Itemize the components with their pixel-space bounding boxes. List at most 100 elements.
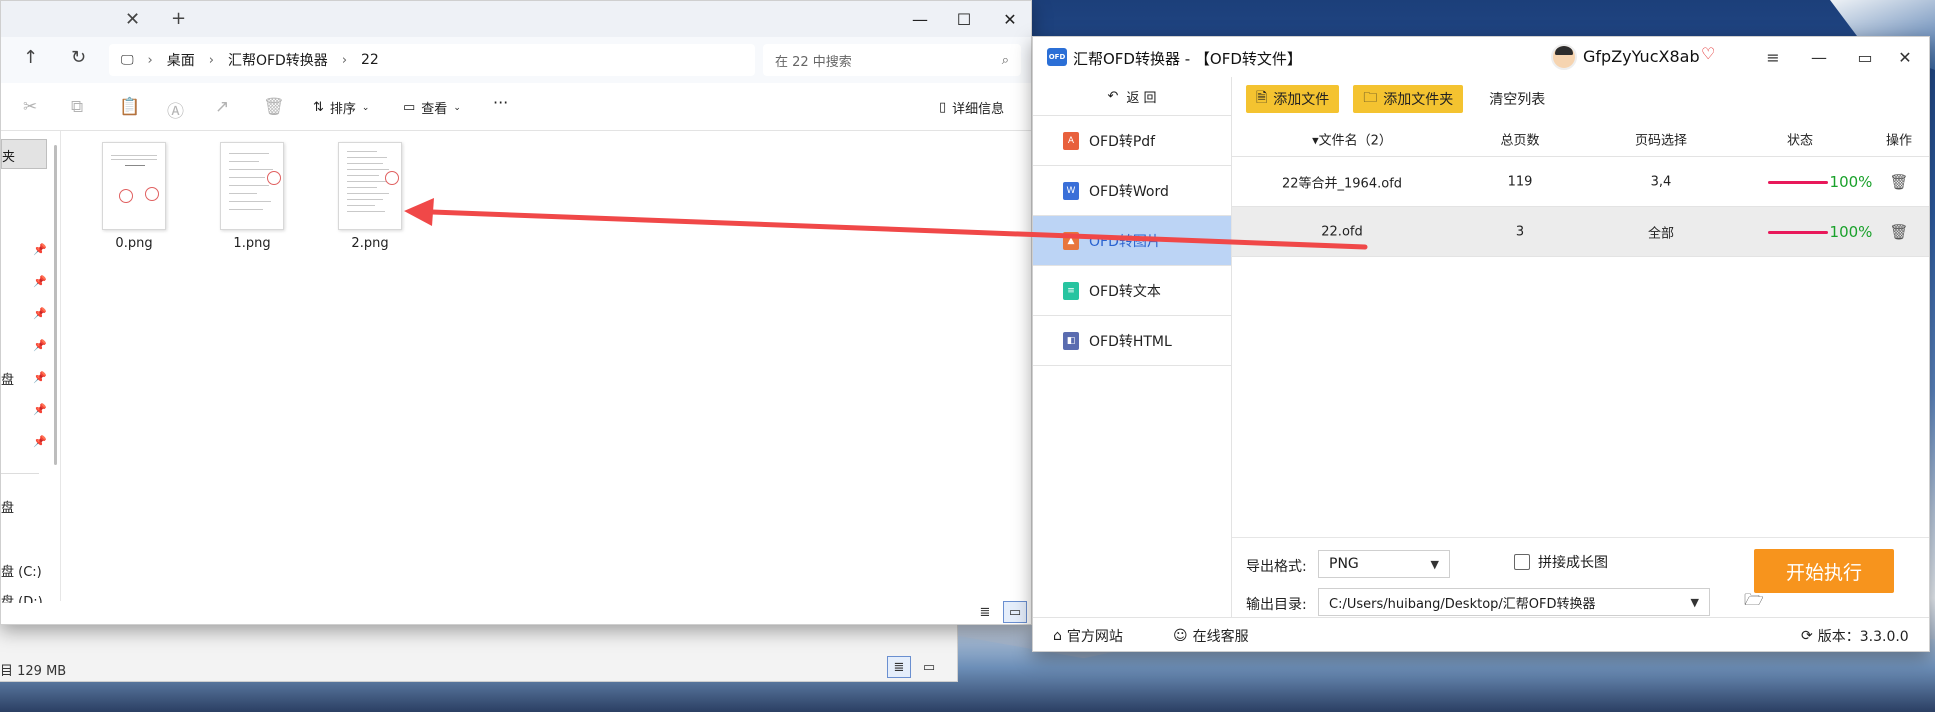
- export-options: 导出格式: PNG ▼ 拼接成长图 输出目录: C:/Users/huibang…: [1232, 537, 1929, 617]
- back-button[interactable]: ↶ 返 回: [1033, 77, 1231, 116]
- copy-icon[interactable]: ⧉: [71, 97, 83, 117]
- progress-bar: [1768, 231, 1828, 234]
- view-toggle: ≣ ▭: [973, 601, 1027, 623]
- maximize-button[interactable]: ☐: [941, 1, 987, 37]
- sidebar-item-selected[interactable]: 夹: [1, 139, 47, 169]
- sidebar-item-ofd-to-pdf[interactable]: A OFD转Pdf: [1033, 116, 1231, 166]
- breadcrumb-item[interactable]: 汇帮OFD转换器: [228, 50, 328, 70]
- image-icon: ▲: [1063, 231, 1079, 250]
- pages-cell: 119: [1507, 174, 1533, 189]
- new-tab-icon[interactable]: +: [171, 8, 186, 29]
- sidebar-item-drive-d[interactable]: 盘 (D:): [1, 591, 43, 603]
- page-select-cell[interactable]: 3,4: [1651, 174, 1672, 189]
- support-icon: ☺: [1173, 628, 1188, 644]
- converter-main: 🗎 添加文件 🗀 添加文件夹 清空列表 ▾文件名（2） 总页数 页码选择 状态 …: [1232, 77, 1929, 617]
- user-name[interactable]: GfpZyYucX8ab: [1583, 47, 1700, 66]
- close-button[interactable]: ✕: [987, 1, 1033, 37]
- progress-bar: [1768, 181, 1828, 184]
- explorer-titlebar: ✕ + — ☐ ✕: [1, 1, 1031, 37]
- online-support-link[interactable]: ☺ 在线客服: [1173, 626, 1249, 646]
- chevron-right-icon: ›: [341, 52, 348, 68]
- pin-icon: 📌: [33, 403, 47, 416]
- breadcrumb-item[interactable]: 22: [361, 52, 379, 68]
- menu-icon[interactable]: ≡: [1753, 41, 1793, 73]
- sidebar-item-ofd-to-text[interactable]: ≡ OFD转文本: [1033, 266, 1231, 316]
- close-button[interactable]: ✕: [1885, 41, 1925, 73]
- large-icons-view-icon[interactable]: ▭: [1003, 601, 1027, 623]
- start-button[interactable]: 开始执行: [1754, 549, 1894, 593]
- details-pane-icon: ▯: [939, 100, 947, 115]
- sidebar-item-drive-c[interactable]: 盘 (C:): [1, 561, 42, 580]
- address-bar[interactable]: 🖵 › 桌面 › 汇帮OFD转换器 › 22: [109, 44, 755, 76]
- sidebar-item-ofd-to-image[interactable]: ▲ OFD转图片: [1033, 216, 1231, 266]
- page-select-cell[interactable]: 全部: [1648, 222, 1674, 241]
- dropdown-arrow-icon: ▼: [1690, 595, 1699, 609]
- ofd-converter-window: OFD 汇帮OFD转换器 - 【OFD转文件】 GfpZyYucX8ab ♡ ≡…: [1032, 36, 1930, 652]
- sort-icon: ⇅: [313, 100, 324, 115]
- maximize-button[interactable]: ▭: [1845, 41, 1885, 73]
- open-folder-icon[interactable]: 🗁: [1744, 589, 1764, 616]
- add-file-button[interactable]: 🗎 添加文件: [1246, 85, 1340, 113]
- file-name: 0.png: [115, 236, 153, 251]
- sort-button[interactable]: ⇅ 排序 ⌄: [313, 98, 369, 117]
- file-name-cell: 22.ofd: [1321, 224, 1363, 239]
- stitch-long-image-checkbox[interactable]: 拼接成长图: [1514, 552, 1608, 572]
- table-row[interactable]: 22等合并_1964.ofd 119 3,4 100% 🗑: [1232, 157, 1929, 207]
- details-button[interactable]: ▯ 详细信息: [939, 98, 1004, 117]
- sidebar-item[interactable]: 盘: [1, 497, 14, 516]
- navigation-pane: 夹 📌 📌 📌 📌 盘 📌 📌 📌 盘 盘 (C:) 盘 (D:): [1, 131, 61, 603]
- column-header-status: 状态: [1786, 133, 1814, 148]
- share-icon[interactable]: ↗: [215, 97, 229, 117]
- add-file-icon: 🗎: [1256, 90, 1268, 106]
- refresh-icon[interactable]: ↻: [71, 47, 86, 68]
- minimize-button[interactable]: —: [897, 1, 943, 37]
- clear-list-button[interactable]: 清空列表: [1489, 89, 1545, 109]
- cut-icon[interactable]: ✂: [23, 97, 37, 117]
- html-icon: ◧: [1063, 331, 1079, 350]
- sidebar-item[interactable]: 盘: [1, 369, 14, 388]
- format-select[interactable]: PNG ▼: [1318, 550, 1450, 578]
- column-header-name[interactable]: ▾文件名（2）: [1312, 129, 1392, 148]
- delete-icon[interactable]: 🗑: [1889, 223, 1908, 241]
- file-item[interactable]: 2.png: [335, 142, 405, 251]
- tab-close-icon[interactable]: ✕: [125, 9, 140, 30]
- explorer-navbar: ↑ ↻ 🖵 › 桌面 › 汇帮OFD转换器 › 22 在 22 中搜索 ⌕: [1, 37, 1031, 83]
- delete-icon[interactable]: 🗑: [263, 97, 285, 117]
- table-header: ▾文件名（2） 总页数 页码选择 状态 操作: [1232, 121, 1929, 157]
- chevron-down-icon: ⌄: [453, 102, 461, 113]
- minimize-button[interactable]: —: [1799, 41, 1839, 73]
- more-button[interactable]: ···: [493, 93, 508, 112]
- sidebar-item-ofd-to-html[interactable]: ◧ OFD转HTML: [1033, 316, 1231, 366]
- file-item[interactable]: 1.png: [217, 142, 287, 251]
- paste-icon[interactable]: 📋: [119, 97, 140, 117]
- scrollbar[interactable]: [54, 145, 57, 465]
- file-explorer-window: ✕ + — ☐ ✕ ↑ ↻ 🖵 › 桌面 › 汇帮OFD转换器 › 22 在 2…: [0, 0, 1032, 625]
- text-icon: ≡: [1063, 281, 1079, 300]
- view-icon: ▭: [403, 100, 416, 115]
- view-button[interactable]: ▭ 查看 ⌄: [403, 98, 461, 117]
- official-website-link[interactable]: ⌂ 官方网站: [1053, 626, 1123, 646]
- file-name: 1.png: [233, 236, 271, 251]
- search-input[interactable]: 在 22 中搜索 ⌕: [763, 44, 1021, 76]
- chevron-right-icon: ›: [147, 52, 153, 68]
- file-item[interactable]: 0.png: [99, 142, 169, 251]
- rename-icon[interactable]: Ⓐ: [167, 97, 184, 122]
- checkbox-box[interactable]: [1514, 554, 1530, 570]
- delete-icon[interactable]: 🗑: [1889, 173, 1908, 191]
- details-view-icon[interactable]: ≣: [973, 601, 997, 623]
- list-view-icon[interactable]: ≣: [887, 656, 911, 678]
- up-arrow-icon[interactable]: ↑: [23, 47, 38, 68]
- column-header-action: 操作: [1885, 133, 1913, 148]
- table-row[interactable]: 22.ofd 3 全部 100% 🗑: [1232, 207, 1929, 257]
- tile-view-icon[interactable]: ▭: [917, 656, 941, 678]
- status-percent: 100%: [1829, 172, 1873, 191]
- word-icon: W: [1063, 181, 1079, 200]
- add-folder-button[interactable]: 🗀 添加文件夹: [1353, 85, 1464, 113]
- computer-icon: 🖵: [121, 52, 134, 68]
- breadcrumb-item[interactable]: 桌面: [167, 50, 195, 70]
- avatar[interactable]: [1551, 44, 1577, 70]
- output-dir-select[interactable]: C:/Users/huibang/Desktop/汇帮OFD转换器 ▼: [1318, 588, 1710, 616]
- sidebar-item-ofd-to-word[interactable]: W OFD转Word: [1033, 166, 1231, 216]
- dropdown-arrow-icon: ▼: [1430, 557, 1439, 571]
- column-header-pages: 总页数: [1500, 133, 1540, 148]
